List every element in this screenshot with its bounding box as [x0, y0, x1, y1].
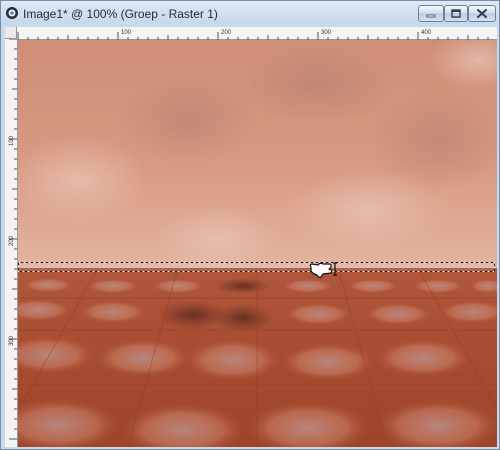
- ruler-v-label: 200: [9, 235, 15, 246]
- ruler-h-label: 100: [121, 30, 132, 36]
- ruler-h-label: 300: [321, 30, 332, 36]
- image-canvas[interactable]: [18, 40, 497, 447]
- image-document-window: Image1* @ 100% (Groep - Raster 1) 100 20…: [0, 0, 500, 450]
- psp-document-icon[interactable]: [5, 6, 19, 20]
- ruler-corner: [5, 27, 17, 39]
- ruler-v-label: 100: [9, 135, 15, 146]
- vertical-ruler[interactable]: 100 200 300: [5, 38, 18, 447]
- ruler-h-label: 400: [421, 30, 432, 36]
- maximize-icon: [451, 9, 461, 18]
- minimize-button[interactable]: [418, 5, 444, 22]
- horizontal-ruler[interactable]: 100 200 300 400: [5, 27, 497, 40]
- minimize-icon: [426, 14, 436, 17]
- window-title: Image1* @ 100% (Groep - Raster 1): [23, 7, 218, 21]
- close-icon: [477, 9, 487, 18]
- ruler-h-label: 200: [221, 30, 232, 36]
- maximize-button[interactable]: [444, 5, 468, 22]
- ruler-v-label: 300: [9, 335, 15, 346]
- marquee-selection[interactable]: [18, 262, 495, 272]
- document-client-area: 100 200 300 400 100 200 300: [5, 27, 497, 447]
- title-bar[interactable]: Image1* @ 100% (Groep - Raster 1): [1, 1, 499, 27]
- close-button[interactable]: [468, 5, 496, 22]
